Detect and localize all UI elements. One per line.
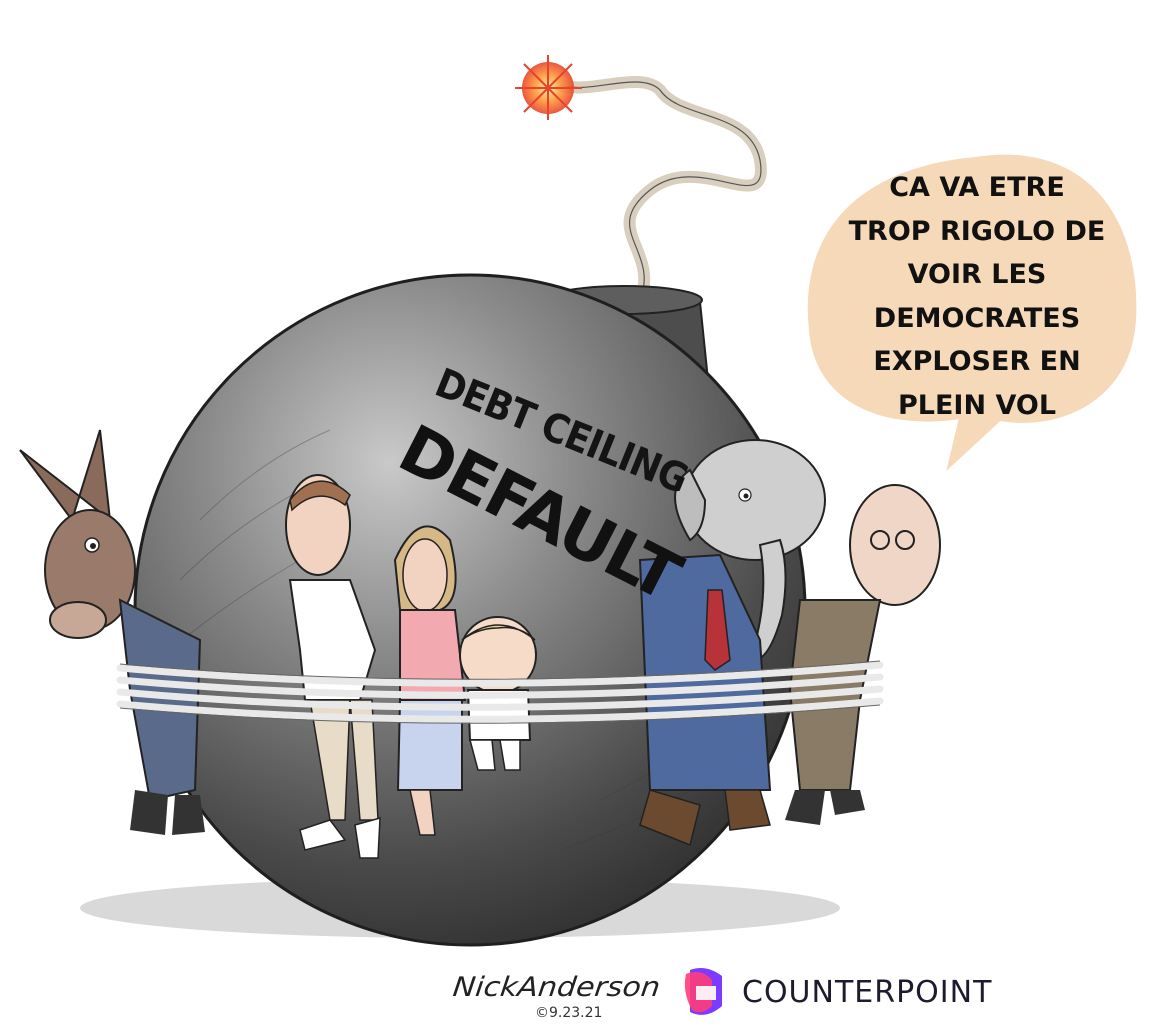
speech-line: PLEIN VOL xyxy=(897,389,1057,421)
speech-bubble-text: CA VA ETRE TROP RIGOLO DE VOIR LES DEMOC… xyxy=(812,166,1142,427)
speech-line: VOIR LES xyxy=(907,259,1047,290)
speech-line: EXPLOSER EN xyxy=(873,346,1081,377)
bomb-fuse xyxy=(554,76,767,306)
spark-icon xyxy=(515,55,582,120)
speech-line: DEMOCRATES xyxy=(873,302,1081,334)
artist-signature: NickAnderson xyxy=(451,971,662,1004)
counterpoint-logo-icon xyxy=(684,968,722,1015)
speech-line: CA VA ETRE xyxy=(889,172,1065,203)
speech-line: TROP RIGOLO DE xyxy=(848,215,1106,247)
brand-name: COUNTERPOINT xyxy=(742,975,993,1010)
signature-date: ©9.23.21 xyxy=(535,1005,603,1021)
